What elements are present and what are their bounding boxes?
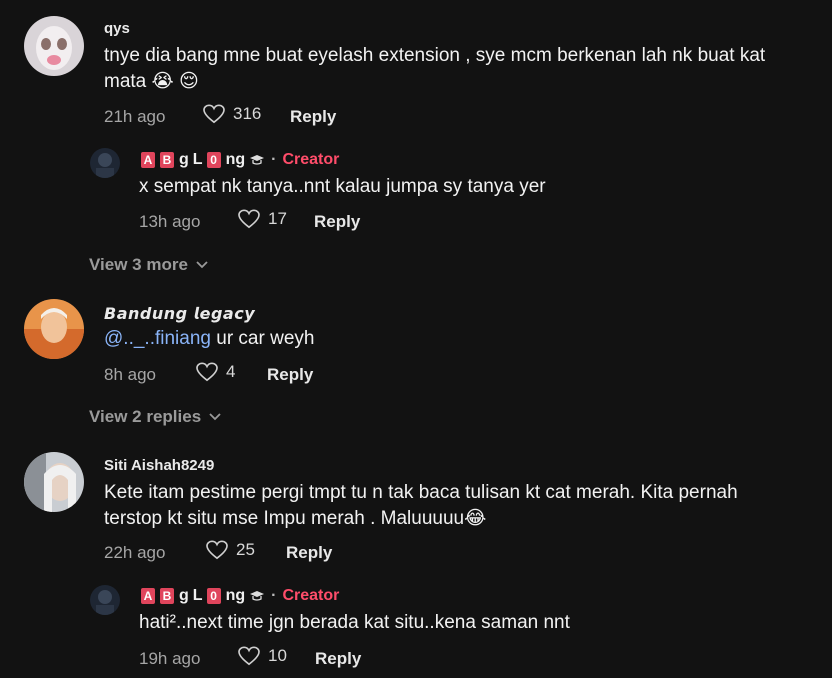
name-letter: L <box>192 587 203 604</box>
like-button[interactable]: 17 <box>238 209 287 229</box>
heart-icon <box>206 540 228 560</box>
creator-badge: Creator <box>282 587 340 604</box>
avatar[interactable] <box>24 452 84 512</box>
like-button[interactable]: 316 <box>203 104 261 124</box>
name-letter: B <box>160 588 174 604</box>
separator-dot: · <box>271 151 277 168</box>
comment-username[interactable]: Siti Aishah8249 <box>104 457 214 474</box>
view-replies-label: View 2 replies <box>89 407 202 426</box>
name-letter: L <box>192 151 203 168</box>
name-letter: g <box>179 151 189 168</box>
reply-timestamp: 13h ago <box>139 212 201 231</box>
like-count: 25 <box>236 540 255 559</box>
graduation-cap-icon <box>250 591 265 601</box>
comment-username[interactable]: qys <box>104 20 130 37</box>
reply-text: hati²..next time jgn berada kat situ..ke… <box>139 612 570 633</box>
name-letter: ng <box>225 587 246 604</box>
name-letter: A <box>141 152 155 168</box>
chevron-down-icon <box>209 413 221 421</box>
view-more-replies-button[interactable]: View 3 more <box>89 255 208 275</box>
like-button[interactable]: 4 <box>196 362 235 382</box>
comment-body: ur car weyh <box>210 328 315 349</box>
reply-button[interactable]: Reply <box>286 543 332 563</box>
mention-link[interactable]: @.._..finiang <box>104 328 211 349</box>
name-letter: ng <box>225 151 246 168</box>
like-count: 10 <box>268 646 287 665</box>
comment-username[interactable]: 𝘽𝙖𝙣𝙙𝙪𝙣𝙜 𝙡𝙚𝙜𝙖𝙘𝙮 <box>104 304 255 323</box>
graduation-cap-icon <box>250 155 265 165</box>
comment-timestamp: 22h ago <box>104 543 166 562</box>
view-more-label: View 3 more <box>89 255 188 274</box>
creator-username[interactable]: A B g L 0 ng · Creator <box>141 587 339 605</box>
view-replies-button[interactable]: View 2 replies <box>89 407 221 427</box>
comment-text: Kete itam pestime pergi tmpt tu n tak ba… <box>104 482 738 529</box>
avatar[interactable] <box>24 299 84 359</box>
heart-icon <box>203 104 225 124</box>
creator-username[interactable]: A B g L 0 ng · Creator <box>141 151 339 169</box>
name-letter: g <box>179 587 189 604</box>
heart-icon <box>238 646 260 666</box>
comment-timestamp: 21h ago <box>104 107 166 126</box>
creator-avatar[interactable] <box>90 585 120 615</box>
separator-dot: · <box>271 587 277 604</box>
reply-button[interactable]: Reply <box>314 212 360 232</box>
reply-timestamp: 19h ago <box>139 649 201 668</box>
heart-icon <box>238 209 260 229</box>
chevron-down-icon <box>196 261 208 269</box>
reply-button[interactable]: Reply <box>315 649 361 669</box>
name-letter: 0 <box>206 152 221 168</box>
like-button[interactable]: 25 <box>206 540 255 560</box>
creator-badge: Creator <box>282 151 340 168</box>
comment-text: tnye dia bang mne buat eyelash extension… <box>104 45 766 92</box>
heart-icon <box>196 362 218 382</box>
like-count: 17 <box>268 209 287 228</box>
name-letter: 0 <box>206 588 221 604</box>
like-count: 4 <box>226 362 236 381</box>
like-button[interactable]: 10 <box>238 646 287 666</box>
creator-avatar[interactable] <box>90 148 120 178</box>
reply-button[interactable]: Reply <box>267 365 313 385</box>
like-count: 316 <box>233 104 262 123</box>
name-letter: B <box>160 152 174 168</box>
comment-timestamp: 8h ago <box>104 365 156 384</box>
reply-button[interactable]: Reply <box>290 107 336 127</box>
reply-text: x sempat nk tanya..nnt kalau jumpa sy ta… <box>139 176 546 197</box>
avatar[interactable] <box>24 16 84 76</box>
name-letter: A <box>141 588 155 604</box>
comment-text: @.._..finiang ur car weyh <box>104 326 784 352</box>
